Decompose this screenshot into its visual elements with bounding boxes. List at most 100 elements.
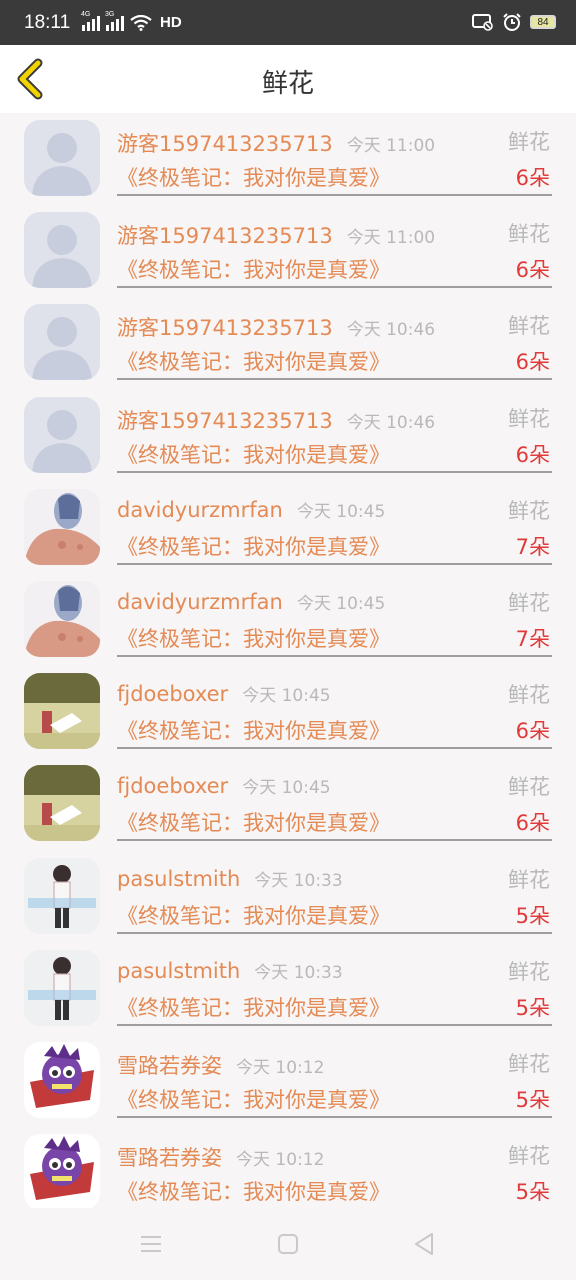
avatar[interactable] (24, 212, 100, 289)
timestamp: 今天 10:12 (236, 1057, 325, 1078)
battery-icon: 84 (530, 15, 556, 29)
user-name: 游客1597413235713 今天 11:00 (117, 224, 436, 249)
gift-type: 鲜花 (508, 1144, 550, 1169)
gift-type: 鲜花 (508, 314, 550, 339)
book-title: 《终极笔记：我对你是真爱》 (117, 719, 390, 744)
list-item[interactable]: pasulstmith 今天 10:33 鲜花 《终极笔记：我对你是真爱》 5朵 (0, 854, 576, 946)
flower-count: 5朵 (515, 1087, 550, 1112)
book-title: 《终极笔记：我对你是真爱》 (117, 442, 390, 467)
avatar[interactable] (24, 120, 100, 196)
flower-count: 6朵 (515, 258, 550, 283)
avatar[interactable] (24, 949, 100, 1026)
list-item[interactable]: 游客1597413235713 今天 11:00 鲜花 《终极笔记：我对你是真爱》… (0, 208, 576, 300)
flower-count: 5朵 (515, 1180, 550, 1205)
app-header: 鲜花 (0, 45, 576, 113)
flower-count: 5朵 (515, 995, 550, 1020)
divider (117, 286, 552, 289)
list-item[interactable]: 游客1597413235713 今天 10:46 鲜花 《终极笔记：我对你是真爱》… (0, 393, 576, 485)
list-item[interactable]: davidyurzmrfan 今天 10:45 鲜花 《终极笔记：我对你是真爱》 … (0, 577, 576, 669)
gift-type: 鲜花 (508, 959, 550, 984)
book-title: 《终极笔记：我对你是真爱》 (117, 1087, 390, 1112)
timestamp: 今天 10:45 (242, 686, 331, 707)
list-item[interactable]: 雪路若券姿 今天 10:12 鲜花 《终极笔记：我对你是真爱》 5朵 (0, 1038, 576, 1130)
book-title: 《终极笔记：我对你是真爱》 (117, 995, 390, 1020)
menu-icon[interactable] (133, 1226, 169, 1262)
list-item[interactable]: 游客1597413235713 今天 11:00 鲜花 《终极笔记：我对你是真爱》… (0, 116, 576, 208)
timestamp: 今天 10:45 (296, 501, 386, 522)
flower-count: 6朵 (515, 166, 550, 190)
book-title: 《终极笔记：我对你是真爱》 (117, 811, 390, 836)
divider (117, 562, 552, 565)
status-bar: 18:11 4G 3G HD 84 (0, 0, 576, 45)
flower-count: 6朵 (515, 350, 550, 375)
divider (117, 378, 552, 381)
timestamp: 今天 10:46 (346, 412, 436, 433)
timestamp: 今天 10:45 (296, 593, 386, 614)
gift-type: 鲜花 (508, 130, 550, 154)
cast-icon (472, 14, 493, 31)
divider (117, 470, 552, 473)
wifi-icon (130, 14, 152, 31)
divider (117, 931, 552, 934)
gift-list: 游客1597413235713 今天 11:00 鲜花 《终极笔记：我对你是真爱》… (0, 116, 576, 1222)
gift-type: 鲜花 (508, 683, 550, 708)
timestamp: 今天 11:00 (346, 136, 436, 156)
signal-icon: 4G (81, 11, 100, 31)
user-name: pasulstmith 今天 10:33 (117, 958, 343, 983)
user-name: fjdoeboxer 今天 10:45 (117, 774, 331, 799)
book-title: 《终极笔记：我对你是真爱》 (117, 903, 390, 928)
user-name: davidyurzmrfan 今天 10:45 (117, 589, 386, 614)
list-item[interactable]: pasulstmith 今天 10:33 鲜花 《终极笔记：我对你是真爱》 5朵 (0, 946, 576, 1038)
nav-back-icon[interactable] (406, 1226, 442, 1262)
avatar[interactable] (24, 488, 100, 565)
user-name: fjdoeboxer 今天 10:45 (117, 682, 331, 707)
divider (117, 1115, 552, 1118)
flower-count: 5朵 (515, 903, 550, 928)
list-item[interactable]: 游客1597413235713 今天 10:46 鲜花 《终极笔记：我对你是真爱》… (0, 300, 576, 392)
avatar[interactable] (24, 396, 100, 473)
gift-type: 鲜花 (508, 406, 550, 431)
flower-count: 6朵 (515, 719, 550, 744)
user-name: 游客1597413235713 今天 10:46 (117, 316, 436, 341)
alarm-icon (503, 13, 521, 31)
avatar[interactable] (24, 1134, 100, 1211)
timestamp: 今天 10:45 (242, 778, 331, 799)
timestamp: 今天 10:33 (254, 870, 343, 891)
avatar[interactable] (24, 304, 100, 381)
system-nav-bar (0, 1208, 576, 1280)
divider (117, 654, 552, 657)
avatar[interactable] (24, 673, 100, 750)
list-item[interactable]: fjdoeboxer 今天 10:45 鲜花 《终极笔记：我对你是真爱》 6朵 (0, 669, 576, 761)
gift-type: 鲜花 (508, 222, 550, 247)
status-time: 18:11 (24, 12, 71, 33)
flower-count: 6朵 (515, 442, 550, 467)
avatar[interactable] (24, 857, 100, 934)
user-name: 游客1597413235713 今天 10:46 (117, 408, 436, 433)
status-right-icons: 84 (472, 12, 556, 32)
divider (117, 1023, 552, 1026)
list-item[interactable]: davidyurzmrfan 今天 10:45 鲜花 《终极笔记：我对你是真爱》 … (0, 485, 576, 577)
divider (117, 194, 552, 196)
avatar[interactable] (24, 580, 100, 657)
book-title: 《终极笔记：我对你是真爱》 (117, 258, 390, 283)
signal-icons: 4G 3G HD (81, 11, 182, 32)
timestamp: 今天 10:46 (346, 320, 436, 341)
avatar[interactable] (24, 1041, 100, 1118)
book-title: 《终极笔记：我对你是真爱》 (117, 1180, 390, 1205)
gift-type: 鲜花 (508, 867, 550, 892)
user-name: 游客1597413235713 今天 11:00 (117, 132, 436, 156)
avatar[interactable] (24, 765, 100, 842)
hd-indicator: HD (160, 14, 182, 31)
book-title: 《终极笔记：我对你是真爱》 (117, 534, 390, 559)
list-item[interactable]: fjdoeboxer 今天 10:45 鲜花 《终极笔记：我对你是真爱》 6朵 (0, 761, 576, 853)
page-title: 鲜花 (261, 69, 314, 99)
divider (117, 839, 552, 842)
timestamp: 今天 10:33 (254, 962, 343, 983)
gift-type: 鲜花 (508, 498, 550, 523)
user-name: davidyurzmrfan 今天 10:45 (117, 497, 386, 522)
user-name: 雪路若券姿 今天 10:12 (117, 1053, 325, 1078)
gift-type: 鲜花 (508, 775, 550, 800)
home-icon[interactable] (270, 1226, 306, 1262)
flower-count: 7朵 (515, 626, 550, 651)
flower-count: 6朵 (515, 811, 550, 836)
